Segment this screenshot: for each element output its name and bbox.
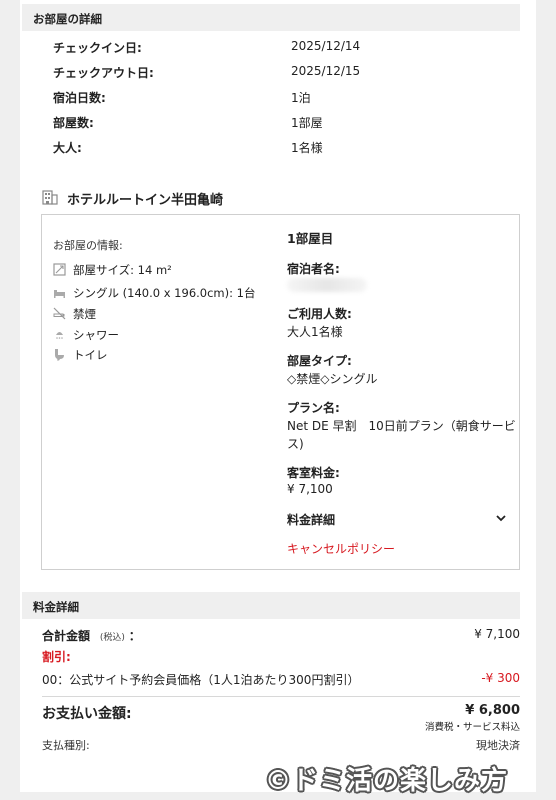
discount-row: 割引: [42,648,520,666]
room-rate-label: 客室料金: [287,466,340,480]
room-details-header: お部屋の詳細 [22,4,520,31]
room-type-label: 部屋タイプ: [287,354,352,368]
tax-included-note: (税込) [99,633,125,643]
plan-name-line2: ス) [287,437,304,451]
payment-note: 消費税・サービス料込 [424,722,520,733]
rooms-row: 部屋数: 1部屋 [53,114,503,132]
feature-shower-text: シャワー [73,328,119,342]
checkin-value: 2025/12/14 [291,39,361,53]
room-size-icon [53,263,66,276]
room-rate-value: ¥ 7,100 [287,482,333,496]
feature-no-smoking-text: 禁煙 [73,307,96,321]
payment-method-row: 支払種別: 現地決済 [42,737,520,755]
nights-label: 宿泊日数: [53,91,106,105]
total-row: 合計金額 (税込) ： ¥ 7,100 [42,627,520,645]
fee-details-header: 料金詳細 [22,592,520,619]
total-label: 合計金額 [42,629,91,643]
plan-name-line1: Net DE 早割 10日前プラン（朝食サービ [287,419,516,433]
no-smoking-icon [53,307,66,320]
nights-row: 宿泊日数: 1泊 [53,89,503,107]
rooms-value: 1部屋 [291,116,323,130]
toilet-icon [55,349,64,361]
guests-count-label: ご利用人数: [287,307,352,321]
room-type-value: ◇禁煙◇シングル [287,372,378,386]
checkout-row: チェックアウト日: 2025/12/15 [53,64,503,82]
payment-note-row: 消費税・サービス料込 [42,719,520,737]
divider [42,696,520,697]
guests-count-value: 大人1名様 [287,325,343,339]
checkin-row: チェックイン日: 2025/12/14 [53,39,503,57]
discount-value: -¥ 300 [481,671,520,685]
shower-icon [56,332,63,339]
building-icon [42,190,58,205]
payment-method-label: 支払種別: [42,739,90,752]
discount-label: 割引: [42,650,71,664]
cancel-policy-link[interactable]: キャンセルポリシー [287,540,395,557]
chevron-down-icon[interactable] [495,513,507,523]
fee-detail-toggle[interactable]: 料金詳細 [287,511,335,528]
plan-name-label: プラン名: [287,401,340,415]
checkout-label: チェックアウト日: [53,66,154,80]
adults-row: 大人: 1名様 [53,139,503,157]
checkin-label: チェックイン日: [53,41,142,55]
discount-item-row: 00：公式サイト予約会員価格（1人1泊あたり300円割引） -¥ 300 [42,671,520,689]
watermark: ©ドミ活の楽しみ方 [265,766,509,796]
total-colon: ： [128,629,141,643]
bed-icon [54,290,65,298]
adults-value: 1名様 [291,141,323,155]
feature-toilet-text: トイレ [73,348,108,362]
nights-value: 1泊 [291,91,311,105]
room-box: お部屋の情報: 部屋サイズ: 14 m² シングル (140.0 x 196.0… [41,214,520,570]
room-info-title: お部屋の情報: [53,239,123,252]
discount-item: 00：公式サイト予約会員価格（1人1泊あたり300円割引） [42,673,360,687]
room-number-heading: 1部屋目 [287,231,334,246]
hotel-name: ホテルルートイン半田亀崎 [67,193,224,208]
payment-value: ¥ 6,800 [465,703,520,718]
rooms-label: 部屋数: [53,116,94,130]
payment-method-value: 現地決済 [476,739,520,752]
checkout-value: 2025/12/15 [291,64,361,78]
total-label-group: 合計金額 (税込) ： [42,627,141,644]
adults-label: 大人: [53,141,82,155]
guest-name-redacted [287,278,367,292]
feature-room-size-text: 部屋サイズ: 14 m² [73,263,172,277]
feature-bed-text: シングル (140.0 x 196.0cm): 1台 [73,286,256,300]
guest-name-label: 宿泊者名: [287,262,340,276]
total-value: ¥ 7,100 [474,627,520,641]
